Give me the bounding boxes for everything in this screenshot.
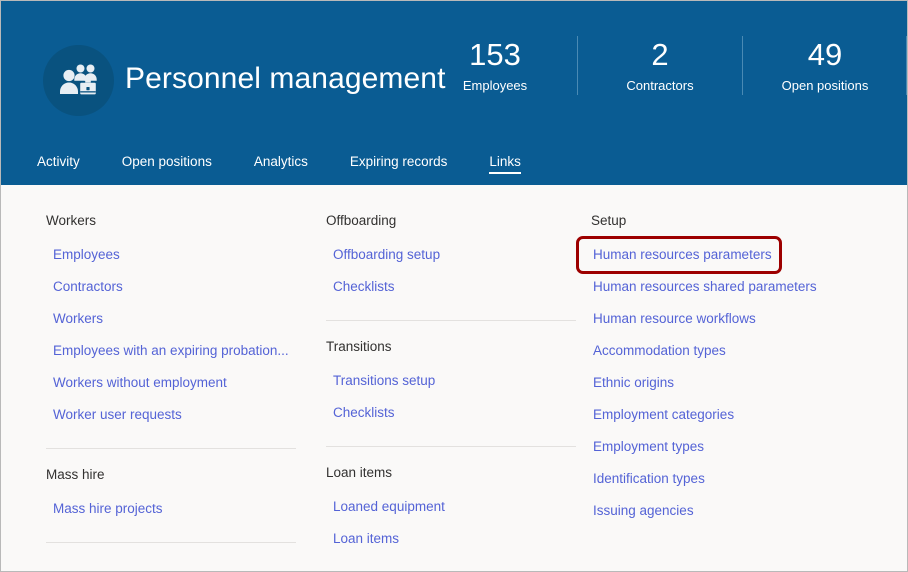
- link-offboarding-checklists[interactable]: Checklists: [326, 271, 571, 303]
- link-mass-hire-projects[interactable]: Mass hire projects: [46, 493, 296, 525]
- link-worker-user-requests[interactable]: Worker user requests: [46, 399, 296, 431]
- group-title-workers: Workers: [46, 213, 97, 228]
- link-workers-without-employment[interactable]: Workers without employment: [46, 367, 296, 399]
- column-one-divider-1: [46, 448, 296, 449]
- people-briefcase-icon: [43, 45, 114, 116]
- link-transitions-checklists[interactable]: Checklists: [326, 397, 571, 429]
- personnel-management-page: Personnel management 153 Employees 2 Con…: [0, 0, 908, 572]
- link-employment-types[interactable]: Employment types: [586, 431, 892, 463]
- link-identification-types[interactable]: Identification types: [586, 463, 892, 495]
- link-employees[interactable]: Employees: [46, 239, 296, 271]
- stat-contractors-label: Contractors: [626, 78, 694, 93]
- stat-employees-label: Employees: [462, 78, 528, 93]
- group-setup: Setup Human resources parameters Human r…: [576, 212, 892, 527]
- group-workers: Workers Employees Contractors Workers Em…: [46, 212, 296, 431]
- column-one-divider-2: [46, 542, 296, 543]
- tab-links[interactable]: Links: [489, 144, 521, 181]
- links-panel: Workers Employees Contractors Workers Em…: [1, 185, 907, 571]
- links-column-three: Setup Human resources parameters Human r…: [576, 212, 907, 571]
- group-title-offboarding: Offboarding: [326, 213, 397, 228]
- group-title-setup: Setup: [591, 213, 627, 228]
- tab-bar: Activity Open positions Analytics Expiri…: [1, 144, 907, 185]
- page-title: Personnel management: [125, 62, 446, 95]
- links-column-two: Offboarding Offboarding setup Checklists…: [311, 212, 586, 571]
- link-human-resource-workflows[interactable]: Human resource workflows: [586, 303, 892, 335]
- link-offboarding-setup[interactable]: Offboarding setup: [326, 239, 571, 271]
- group-transitions: Transitions Transitions setup Checklists: [326, 338, 571, 429]
- page-header: Personnel management 153 Employees 2 Con…: [1, 1, 907, 185]
- link-transitions-setup[interactable]: Transitions setup: [326, 365, 571, 397]
- column-two-divider-2: [326, 446, 576, 447]
- stat-employees-value: 153: [469, 37, 521, 72]
- group-title-mass-hire: Mass hire: [46, 467, 105, 482]
- column-two-divider-1: [326, 320, 576, 321]
- link-employment-categories[interactable]: Employment categories: [586, 399, 892, 431]
- link-ethnic-origins[interactable]: Ethnic origins: [586, 367, 892, 399]
- highlighted-link-wrapper: Human resources parameters: [576, 236, 782, 274]
- tab-expiring-records[interactable]: Expiring records: [350, 144, 448, 181]
- header-stats: 153 Employees 2 Contractors 49 Open posi…: [413, 36, 907, 95]
- stat-contractors: 2 Contractors: [577, 36, 742, 95]
- group-title-transitions: Transitions: [326, 339, 392, 354]
- group-title-loan-items: Loan items: [326, 465, 393, 480]
- stat-open-positions-value: 49: [807, 37, 843, 72]
- link-human-resources-shared-parameters[interactable]: Human resources shared parameters: [586, 271, 892, 303]
- link-issuing-agencies[interactable]: Issuing agencies: [586, 495, 892, 527]
- stat-employees: 153 Employees: [413, 36, 577, 95]
- stat-open-positions: 49 Open positions: [742, 36, 907, 95]
- link-loaned-equipment[interactable]: Loaned equipment: [326, 491, 571, 523]
- link-workers[interactable]: Workers: [46, 303, 296, 335]
- group-offboarding: Offboarding Offboarding setup Checklists: [326, 212, 571, 303]
- link-contractors[interactable]: Contractors: [46, 271, 296, 303]
- links-column-one: Workers Employees Contractors Workers Em…: [1, 212, 311, 571]
- group-mass-hire: Mass hire Mass hire projects: [46, 466, 296, 525]
- group-loan-items: Loan items Loaned equipment Loan items: [326, 464, 571, 555]
- header-top-row: Personnel management 153 Employees 2 Con…: [1, 1, 907, 144]
- stat-open-positions-label: Open positions: [781, 78, 869, 93]
- link-human-resources-parameters[interactable]: Human resources parameters: [586, 239, 772, 271]
- link-loan-items[interactable]: Loan items: [326, 523, 571, 555]
- link-employees-expiring-probation[interactable]: Employees with an expiring probation...: [46, 335, 296, 367]
- link-accommodation-types[interactable]: Accommodation types: [586, 335, 892, 367]
- tab-activity[interactable]: Activity: [37, 144, 80, 181]
- tab-open-positions[interactable]: Open positions: [122, 144, 212, 181]
- stat-contractors-value: 2: [651, 37, 669, 72]
- tab-analytics[interactable]: Analytics: [254, 144, 308, 181]
